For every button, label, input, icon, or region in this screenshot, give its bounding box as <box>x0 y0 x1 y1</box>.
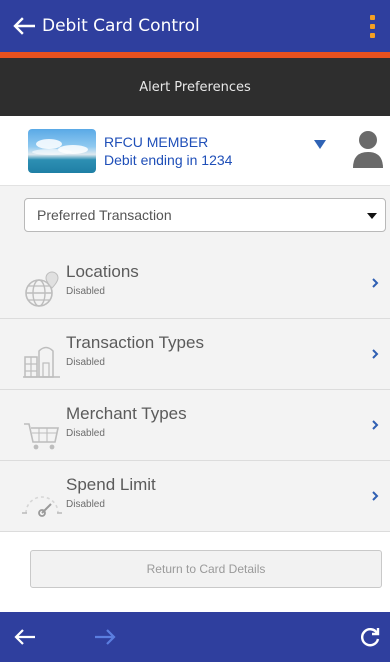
control-row-spend-limit[interactable]: Spend Limit Disabled <box>0 461 390 532</box>
kebab-menu-button[interactable] <box>354 0 390 52</box>
return-to-card-details-button[interactable]: Return to Card Details <box>30 550 382 588</box>
control-status: Disabled <box>66 428 105 439</box>
nav-forward-button[interactable] <box>80 612 130 662</box>
chevron-right-icon <box>372 491 379 501</box>
control-status: Disabled <box>66 499 105 510</box>
arrow-left-icon <box>13 17 35 35</box>
control-label: Spend Limit <box>66 475 156 494</box>
refresh-icon <box>361 628 380 647</box>
bottom-nav-bar <box>0 612 390 662</box>
chevron-right-icon <box>372 420 379 430</box>
card-image <box>28 128 96 173</box>
control-label: Transaction Types <box>66 333 204 352</box>
chevron-down-icon <box>367 213 377 219</box>
arrow-left-icon <box>14 629 35 645</box>
app-bar: Debit Card Control <box>0 0 390 52</box>
storefront-icon <box>23 346 60 378</box>
control-row-transaction-types[interactable]: Transaction Types Disabled <box>0 319 390 390</box>
select-value: Preferred Transaction <box>37 207 172 223</box>
arrow-right-icon <box>95 629 116 645</box>
kebab-dot <box>369 32 375 38</box>
caret-down-icon[interactable] <box>314 140 326 149</box>
chevron-right-icon <box>372 278 379 288</box>
back-button[interactable] <box>0 0 48 52</box>
shopping-cart-icon <box>24 423 59 450</box>
control-status: Disabled <box>66 286 105 297</box>
refresh-button[interactable] <box>350 612 390 662</box>
nav-back-button[interactable] <box>0 612 50 662</box>
section-header: Alert Preferences <box>0 58 390 116</box>
user-icon[interactable] <box>352 128 384 174</box>
chevron-right-icon <box>372 349 379 359</box>
globe-pin-icon <box>25 271 59 307</box>
preference-section: Preferred Transaction <box>0 186 390 248</box>
page-title: Debit Card Control <box>42 16 200 36</box>
control-status: Disabled <box>66 357 105 368</box>
control-row-locations[interactable]: Locations Disabled <box>0 248 390 319</box>
speedometer-icon <box>22 496 62 517</box>
account-name: RFCU MEMBER <box>104 133 209 150</box>
control-row-merchant-types[interactable]: Merchant Types Disabled <box>0 390 390 461</box>
account-selector[interactable]: RFCU MEMBER Debit ending in 1234 <box>0 116 390 186</box>
control-label: Locations <box>66 262 139 281</box>
card-description: Debit ending in 1234 <box>104 151 233 168</box>
kebab-dot <box>369 14 375 20</box>
preferred-transaction-select[interactable]: Preferred Transaction <box>24 198 386 232</box>
control-label: Merchant Types <box>66 404 187 423</box>
section-title: Alert Preferences <box>139 79 251 95</box>
kebab-dot <box>369 23 375 29</box>
